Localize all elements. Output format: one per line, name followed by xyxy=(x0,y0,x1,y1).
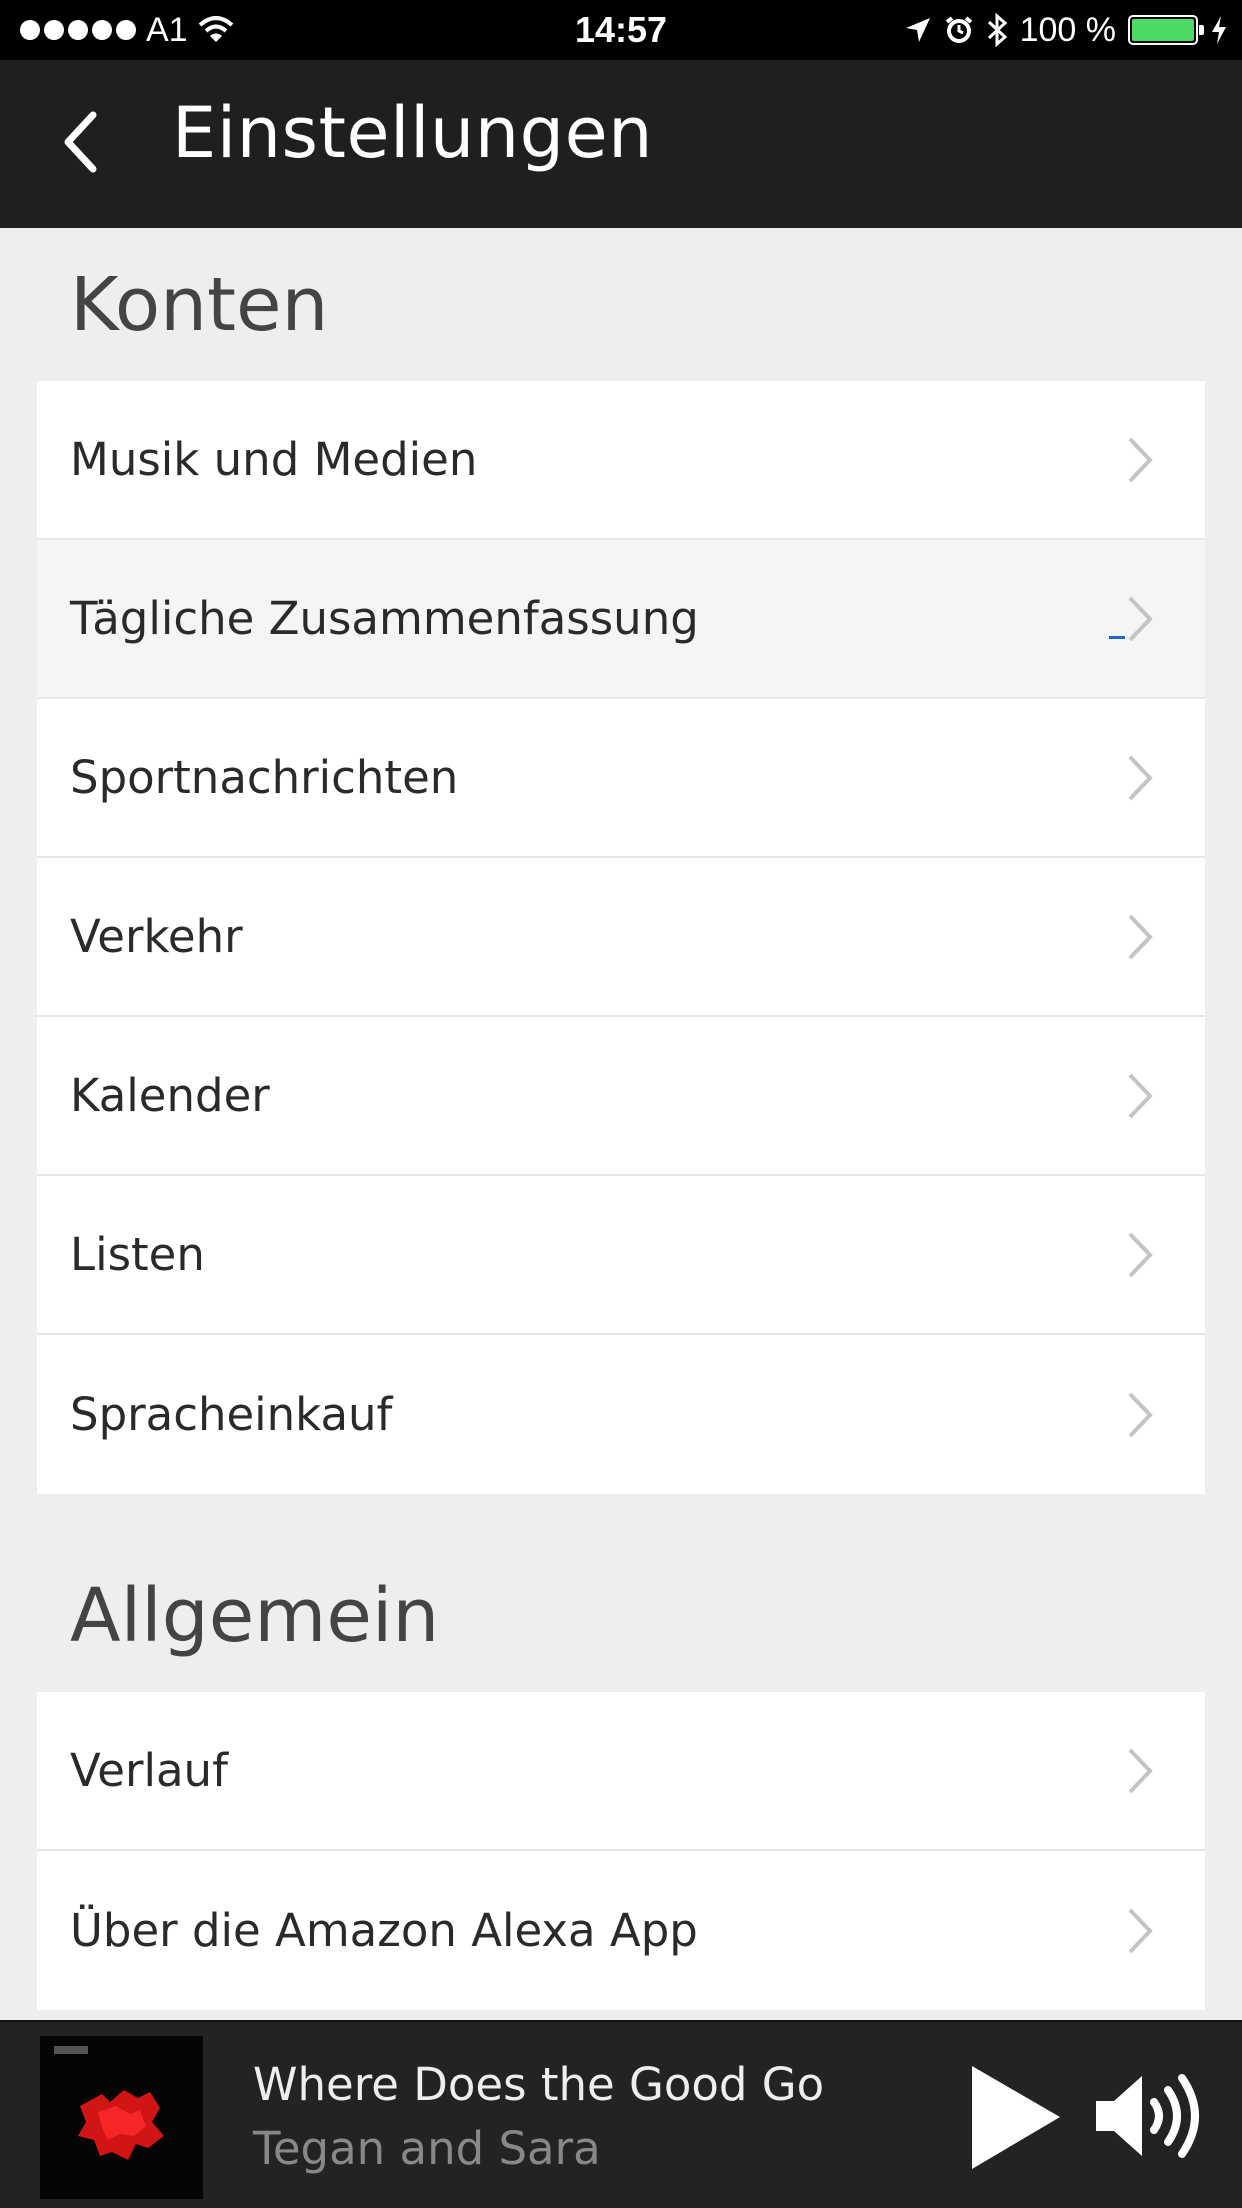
settings-item-history[interactable]: Verlauf xyxy=(37,1692,1205,1851)
general-list: Verlauf Über die Amazon Alexa App xyxy=(37,1692,1205,2010)
section-title-general: Allgemein xyxy=(70,1573,440,1659)
chevron-right-icon xyxy=(1128,914,1153,959)
album-art[interactable] xyxy=(40,2036,203,2199)
status-bar: A1 14:57 100 % xyxy=(0,0,1242,60)
settings-item-label: Über die Amazon Alexa App xyxy=(70,1904,698,1957)
chevron-right-icon xyxy=(1128,1232,1153,1277)
settings-item-label: Listen xyxy=(70,1228,205,1281)
chevron-right-icon xyxy=(1128,1392,1153,1437)
chevron-right-icon xyxy=(1128,755,1153,800)
chevron-right-icon xyxy=(1128,1748,1153,1793)
settings-item-lists[interactable]: Listen xyxy=(37,1176,1205,1335)
chevron-right-icon xyxy=(1128,437,1153,482)
alarm-icon xyxy=(945,16,972,43)
volume-icon[interactable] xyxy=(1090,2066,1210,2166)
location-arrow-icon xyxy=(905,18,930,42)
back-button[interactable] xyxy=(40,102,120,182)
settings-item-label: Kalender xyxy=(70,1069,270,1122)
battery-percent: 100 % xyxy=(1019,10,1116,49)
accounts-list: Musik und Medien Tägliche Zusammenfassun… xyxy=(37,381,1205,1494)
settings-item-label: Musik und Medien xyxy=(70,433,478,486)
settings-item-label: Sportnachrichten xyxy=(70,751,459,804)
settings-item-label: Spracheinkauf xyxy=(70,1388,393,1441)
charging-bolt-icon xyxy=(1212,16,1226,44)
settings-item-voice-purchasing[interactable]: Spracheinkauf xyxy=(37,1335,1205,1494)
chevron-left-icon xyxy=(64,111,97,173)
settings-item-label: Verkehr xyxy=(70,910,243,963)
settings-item-music-media[interactable]: Musik und Medien xyxy=(37,381,1205,540)
settings-item-label: Verlauf xyxy=(70,1744,228,1797)
status-right: 100 % xyxy=(904,0,1228,60)
battery-icon xyxy=(1128,15,1204,45)
play-icon[interactable] xyxy=(960,2060,1070,2175)
track-title: Where Does the Good Go xyxy=(253,2058,825,2111)
track-artist: Tegan and Sara xyxy=(253,2122,601,2175)
settings-item-daily-briefing[interactable]: Tägliche Zusammenfassung xyxy=(37,540,1205,699)
settings-item-sports[interactable]: Sportnachrichten xyxy=(37,699,1205,858)
settings-item-about-app[interactable]: Über die Amazon Alexa App xyxy=(37,1851,1205,2010)
chevron-right-icon xyxy=(1128,1073,1153,1118)
section-title-accounts: Konten xyxy=(70,262,329,348)
bluetooth-icon xyxy=(987,13,1007,47)
now-playing-bar[interactable]: Where Does the Good Go Tegan and Sara xyxy=(0,2020,1242,2208)
cursor-mark xyxy=(1109,636,1125,639)
chevron-right-icon xyxy=(1128,596,1153,641)
settings-item-label: Tägliche Zusammenfassung xyxy=(70,592,699,645)
page-title: Einstellungen xyxy=(172,92,654,174)
app-header: Einstellungen xyxy=(0,60,1242,228)
chevron-right-icon xyxy=(1128,1908,1153,1953)
settings-item-traffic[interactable]: Verkehr xyxy=(37,858,1205,1017)
settings-item-calendar[interactable]: Kalender xyxy=(37,1017,1205,1176)
